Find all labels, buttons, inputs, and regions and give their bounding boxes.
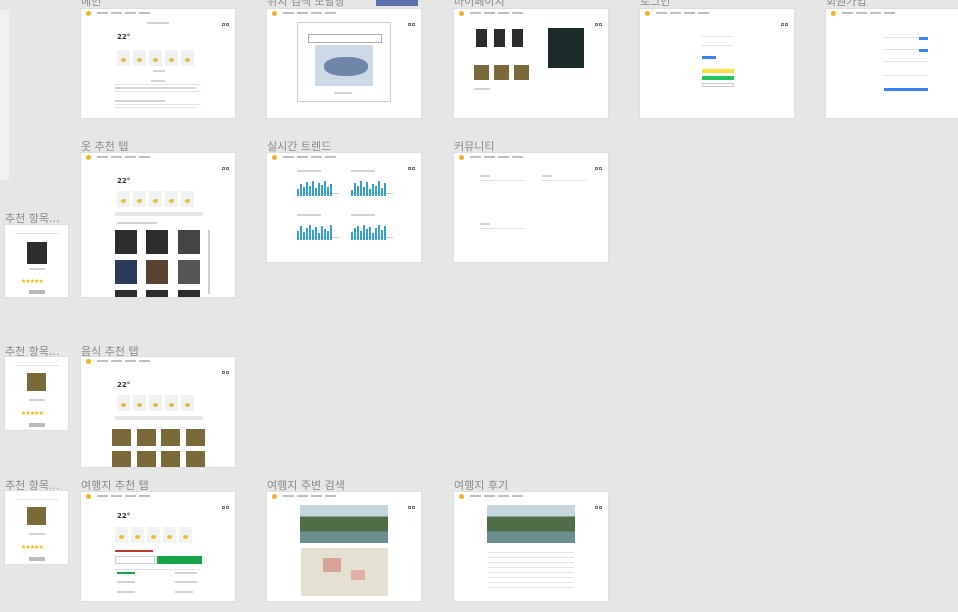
label-trend: 실시간 트렌드 [267,140,332,153]
label-main: 메인 [81,0,102,8]
frame-login[interactable] [640,9,794,118]
frame-item-2[interactable]: ★★★★★ [5,357,68,430]
label-item-1: 추천 항목... [5,212,60,225]
label-community: 커뮤니티 [454,140,495,153]
label-travel-tab: 여행지 추천 탭 [81,479,149,492]
label-mypage: 마이페이지 [454,0,505,8]
frame-food-tab[interactable]: 22° [81,357,235,467]
naver-login-button[interactable] [702,76,734,80]
label-search-modal: 위치 검색 모달창 [267,0,345,8]
frame-travel-tab[interactable]: 22° [81,492,235,601]
selection-badge[interactable] [376,0,418,6]
label-travel-search: 여행지 주변 검색 [267,479,345,492]
search-modal [298,23,390,101]
rating-stars: ★★★★★ [21,410,44,417]
trend-chart [297,221,339,240]
map-view[interactable] [301,548,388,596]
google-login-button[interactable] [702,83,734,87]
frame-community[interactable] [454,153,608,262]
travel-photo [300,505,388,543]
kakao-login-button[interactable] [702,69,734,73]
label-clothes-tab: 옷 추천 탭 [81,140,129,153]
sun-logo-icon [272,11,277,16]
frame-main[interactable]: 22° [81,9,235,118]
temperature: 22° [117,381,131,389]
label-travel-review: 여행지 후기 [454,479,509,492]
signup-button[interactable] [884,88,928,91]
frame-signup[interactable] [826,9,958,118]
frame-trend[interactable] [267,153,421,262]
frame-item-1[interactable]: ★★★★★ [5,225,68,297]
rating-stars: ★★★★★ [21,544,44,551]
login-button[interactable] [702,56,716,59]
scrollbar[interactable] [208,230,210,294]
travel-photo [487,505,575,543]
label-signup: 회원가입 [826,0,867,8]
trend-chart [351,177,393,196]
temperature: 22° [117,177,131,185]
frame-mypage[interactable] [454,9,608,118]
rating-stars: ★★★★★ [21,278,44,285]
frame-travel-search[interactable] [267,492,421,601]
search-input[interactable] [308,34,382,43]
map-view[interactable] [315,45,373,86]
frame-search-modal[interactable] [267,9,421,118]
trend-chart [297,177,339,196]
left-divider [0,10,9,180]
nav-bar [81,9,235,26]
frame-item-3[interactable]: ★★★★★ [5,491,68,564]
frame-travel-review[interactable] [454,492,608,601]
frame-clothes-tab[interactable]: 22° [81,153,235,297]
temperature: 22° [117,33,131,41]
label-login: 로그인 [640,0,671,8]
sun-logo-icon [86,11,91,16]
region-filter-button[interactable] [157,556,202,564]
trend-chart [351,221,393,240]
temperature: 22° [117,512,131,520]
user-icon[interactable] [221,11,231,26]
